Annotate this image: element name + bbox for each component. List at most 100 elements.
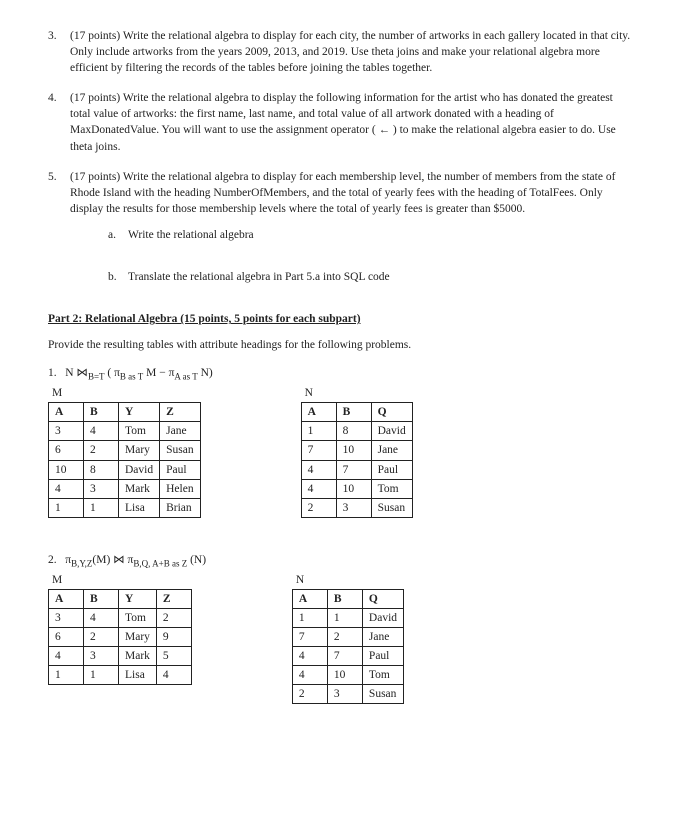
- table-cell: Tom: [119, 422, 160, 441]
- table-row: 11Lisa4: [49, 666, 192, 685]
- table-cell: Mary: [119, 441, 160, 460]
- table-cell: 2: [156, 608, 191, 627]
- expression-formula: πB,Y,Z(M) ⋈ πB,Q, A+B as Z (N): [65, 554, 206, 566]
- table-cell: Tom: [371, 479, 412, 498]
- document-page: 3. (17 points) Write the relational alge…: [0, 0, 682, 833]
- table-header-cell: A: [49, 589, 84, 608]
- table-cell: Jane: [160, 422, 200, 441]
- table-cell: 10: [336, 441, 371, 460]
- table-cell: 2: [84, 628, 119, 647]
- table-cell: Tom: [362, 666, 403, 685]
- table-cell: 7: [327, 647, 362, 666]
- table-cell: 7: [292, 628, 327, 647]
- table-cell: 3: [49, 422, 84, 441]
- table-row: 34Tom2: [49, 608, 192, 627]
- table-row: 34TomJane: [49, 422, 201, 441]
- table-header-cell: Z: [160, 403, 200, 422]
- table-cell: David: [371, 422, 412, 441]
- table-cell: 1: [327, 608, 362, 627]
- table-cell: Paul: [371, 460, 412, 479]
- table-cell: Mary: [119, 628, 157, 647]
- subpart-number: a.: [108, 227, 128, 243]
- table-m-block: M ABYZ34TomJane62MarySusan108DavidPaul43…: [48, 385, 201, 518]
- table-cell: 2: [327, 628, 362, 647]
- table-cell: 3: [327, 685, 362, 704]
- table-cell: 4: [49, 479, 84, 498]
- problem-expression: 2. πB,Y,Z(M) ⋈ πB,Q, A+B as Z (N): [48, 552, 634, 570]
- table-cell: 1: [49, 666, 84, 685]
- table-cell: 2: [301, 498, 336, 517]
- question-3: 3. (17 points) Write the relational alge…: [48, 28, 634, 76]
- table-cell: 8: [84, 460, 119, 479]
- table-cell: 6: [49, 628, 84, 647]
- table-cell: Mark: [119, 647, 157, 666]
- subpart-b: b. Translate the relational algebra in P…: [108, 269, 634, 285]
- table-n-block: N ABQ11David72Jane47Paul410Tom23Susan: [292, 572, 404, 705]
- problem-number: 1.: [48, 367, 57, 379]
- table-header-cell: Q: [371, 403, 412, 422]
- table-row: 11LisaBrian: [49, 498, 201, 517]
- table-row: 43MarkHelen: [49, 479, 201, 498]
- table-cell: Susan: [362, 685, 403, 704]
- table-cell: 1: [84, 666, 119, 685]
- table-header-cell: B: [84, 403, 119, 422]
- question-number: 5.: [48, 169, 70, 217]
- problem-number: 2.: [48, 554, 57, 566]
- table-cell: 7: [336, 460, 371, 479]
- table-header-cell: A: [301, 403, 336, 422]
- table-row: 47Paul: [292, 647, 403, 666]
- table-m: ABYZ34Tom262Mary943Mark511Lisa4: [48, 589, 192, 685]
- question-text: (17 points) Write the relational algebra…: [70, 90, 634, 154]
- problem-expression: 1. N ⋈B=T ( πB as T M − πA as T N): [48, 365, 634, 383]
- table-label: N: [305, 385, 413, 401]
- table-cell: David: [362, 608, 403, 627]
- table-cell: Helen: [160, 479, 200, 498]
- table-cell: 3: [49, 608, 84, 627]
- table-cell: 6: [49, 441, 84, 460]
- table-cell: 4: [292, 666, 327, 685]
- table-m: ABYZ34TomJane62MarySusan108DavidPaul43Ma…: [48, 402, 201, 518]
- question-5: 5. (17 points) Write the relational alge…: [48, 169, 634, 285]
- table-header-cell: A: [292, 589, 327, 608]
- table-header-cell: Y: [119, 403, 160, 422]
- table-row: 410Tom: [301, 479, 412, 498]
- problem-2: 2. πB,Y,Z(M) ⋈ πB,Q, A+B as Z (N) M ABYZ…: [48, 552, 634, 705]
- table-cell: 4: [292, 647, 327, 666]
- question-list: 3. (17 points) Write the relational alge…: [48, 28, 634, 285]
- table-cell: 4: [301, 460, 336, 479]
- table-n-block: N ABQ18David710Jane47Paul410Tom23Susan: [301, 385, 413, 518]
- subpart-text: Translate the relational algebra in Part…: [128, 269, 390, 285]
- table-row: 62MarySusan: [49, 441, 201, 460]
- table-cell: 4: [84, 608, 119, 627]
- table-cell: 4: [49, 647, 84, 666]
- table-row: 23Susan: [292, 685, 403, 704]
- table-cell: 9: [156, 628, 191, 647]
- table-header-cell: Z: [156, 589, 191, 608]
- table-cell: 10: [336, 479, 371, 498]
- part2-heading: Part 2: Relational Algebra (15 points, 5…: [48, 311, 634, 327]
- table-cell: 7: [301, 441, 336, 460]
- question-number: 4.: [48, 90, 70, 154]
- table-row: 47Paul: [301, 460, 412, 479]
- table-cell: Tom: [119, 608, 157, 627]
- table-cell: David: [119, 460, 160, 479]
- table-cell: 1: [301, 422, 336, 441]
- table-cell: Jane: [362, 628, 403, 647]
- part2-instruction: Provide the resulting tables with attrib…: [48, 337, 634, 353]
- table-cell: 4: [301, 479, 336, 498]
- subpart-number: b.: [108, 269, 128, 285]
- table-row: 18David: [301, 422, 412, 441]
- table-header-cell: A: [49, 403, 84, 422]
- table-cell: Lisa: [119, 498, 160, 517]
- table-cell: 2: [84, 441, 119, 460]
- table-label: N: [296, 572, 404, 588]
- table-cell: Brian: [160, 498, 200, 517]
- table-n: ABQ18David710Jane47Paul410Tom23Susan: [301, 402, 413, 518]
- table-cell: 5: [156, 647, 191, 666]
- table-label: M: [52, 385, 201, 401]
- subpart-a: a. Write the relational algebra: [108, 227, 634, 243]
- table-row: 72Jane: [292, 628, 403, 647]
- table-cell: 3: [84, 647, 119, 666]
- table-cell: 3: [336, 498, 371, 517]
- table-header-cell: Y: [119, 589, 157, 608]
